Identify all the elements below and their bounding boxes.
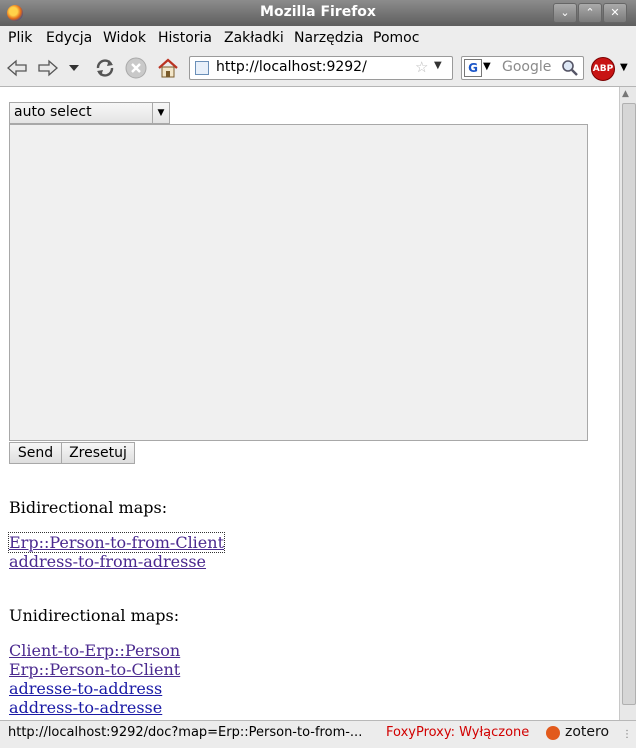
adblock-dropdown-icon[interactable]: ▼ xyxy=(620,62,628,73)
back-arrow-icon xyxy=(7,59,27,77)
zotero-icon[interactable] xyxy=(546,726,560,740)
unidirectional-heading: Unidirectional maps: xyxy=(9,606,180,625)
stop-icon xyxy=(125,57,147,79)
url-bar[interactable]: http://localhost:9292/ ☆ ▼ xyxy=(189,56,453,80)
chevron-down-icon xyxy=(69,65,79,71)
browser-window: Mozilla Firefox ⌄ ⌃ ✕ Plik Edycja Widok … xyxy=(0,0,636,748)
reset-button[interactable]: Zresetuj xyxy=(61,442,135,464)
send-button[interactable]: Send xyxy=(9,442,62,464)
resize-grip-icon[interactable]: ⋮ xyxy=(622,729,632,740)
page-favicon-icon xyxy=(195,61,209,75)
bidirectional-heading: Bidirectional maps: xyxy=(9,498,168,517)
foxyproxy-status[interactable]: FoxyProxy: Wyłączone xyxy=(386,725,529,740)
menu-item-edycja[interactable]: Edycja xyxy=(46,30,92,46)
reload-icon xyxy=(96,59,114,77)
menu-item-pomoc[interactable]: Pomoc xyxy=(373,30,419,46)
status-bar: http://localhost:9292/doc?map=Erp::Perso… xyxy=(0,720,636,748)
back-button[interactable] xyxy=(4,56,30,80)
menu-bar: Plik Edycja Widok Historia Zakładki Narz… xyxy=(0,26,636,50)
reload-button[interactable] xyxy=(92,56,118,80)
url-text[interactable]: http://localhost:9292/ xyxy=(216,59,367,75)
scroll-up-icon[interactable]: ▲ xyxy=(622,89,629,99)
stop-button[interactable] xyxy=(123,56,149,80)
menu-item-zakladki[interactable]: Zakładki xyxy=(224,30,284,46)
unidirectional-link-1[interactable]: Erp::Person-to-Client xyxy=(9,660,180,679)
title-bar: Mozilla Firefox ⌄ ⌃ ✕ xyxy=(0,0,636,27)
page-content: auto select ▼ Send Zresetuj Bidirectiona… xyxy=(0,87,619,720)
status-text: http://localhost:9292/doc?map=Erp::Perso… xyxy=(8,725,363,740)
url-dropdown-icon[interactable]: ▼ xyxy=(434,60,442,71)
vertical-scrollbar[interactable]: ▲ xyxy=(619,87,636,720)
input-textarea[interactable] xyxy=(9,124,588,441)
forward-button[interactable] xyxy=(35,56,61,80)
search-icon[interactable] xyxy=(561,59,579,77)
map-select-value: auto select xyxy=(14,104,92,120)
adblock-plus-icon[interactable]: ABP xyxy=(591,57,615,81)
unidirectional-link-3[interactable]: address-to-adresse xyxy=(9,698,162,717)
map-select[interactable]: auto select ▼ xyxy=(9,102,170,124)
home-button[interactable] xyxy=(155,56,181,80)
search-placeholder[interactable]: Google xyxy=(502,59,551,75)
home-icon xyxy=(158,58,178,78)
menu-item-plik[interactable]: Plik xyxy=(8,30,32,46)
bookmark-star-icon[interactable]: ☆ xyxy=(415,58,428,76)
unidirectional-link-0[interactable]: Client-to-Erp::Person xyxy=(9,641,180,660)
google-engine-icon[interactable]: G xyxy=(464,59,482,77)
zotero-label[interactable]: zotero xyxy=(565,724,609,740)
unidirectional-link-2[interactable]: adresse-to-address xyxy=(9,679,162,698)
chevron-down-icon[interactable]: ▼ xyxy=(152,103,169,123)
bidirectional-link-1[interactable]: address-to-from-adresse xyxy=(9,552,206,571)
window-title: Mozilla Firefox xyxy=(260,4,376,20)
bidirectional-link-0[interactable]: Erp::Person-to-from-Client xyxy=(8,532,225,553)
maximize-button[interactable]: ⌃ xyxy=(578,3,602,23)
menu-item-narzedzia[interactable]: Narzędzia xyxy=(294,30,363,46)
close-button[interactable]: ✕ xyxy=(603,3,627,23)
scrollbar-thumb[interactable] xyxy=(622,103,636,705)
engine-dropdown-icon[interactable]: ▼ xyxy=(483,61,491,72)
menu-item-widok[interactable]: Widok xyxy=(103,30,146,46)
forward-arrow-icon xyxy=(38,59,58,77)
search-bar[interactable]: G ▼ Google xyxy=(461,56,584,80)
history-dropdown[interactable] xyxy=(64,56,84,80)
minimize-button[interactable]: ⌄ xyxy=(553,3,577,23)
menu-item-historia[interactable]: Historia xyxy=(158,30,212,46)
